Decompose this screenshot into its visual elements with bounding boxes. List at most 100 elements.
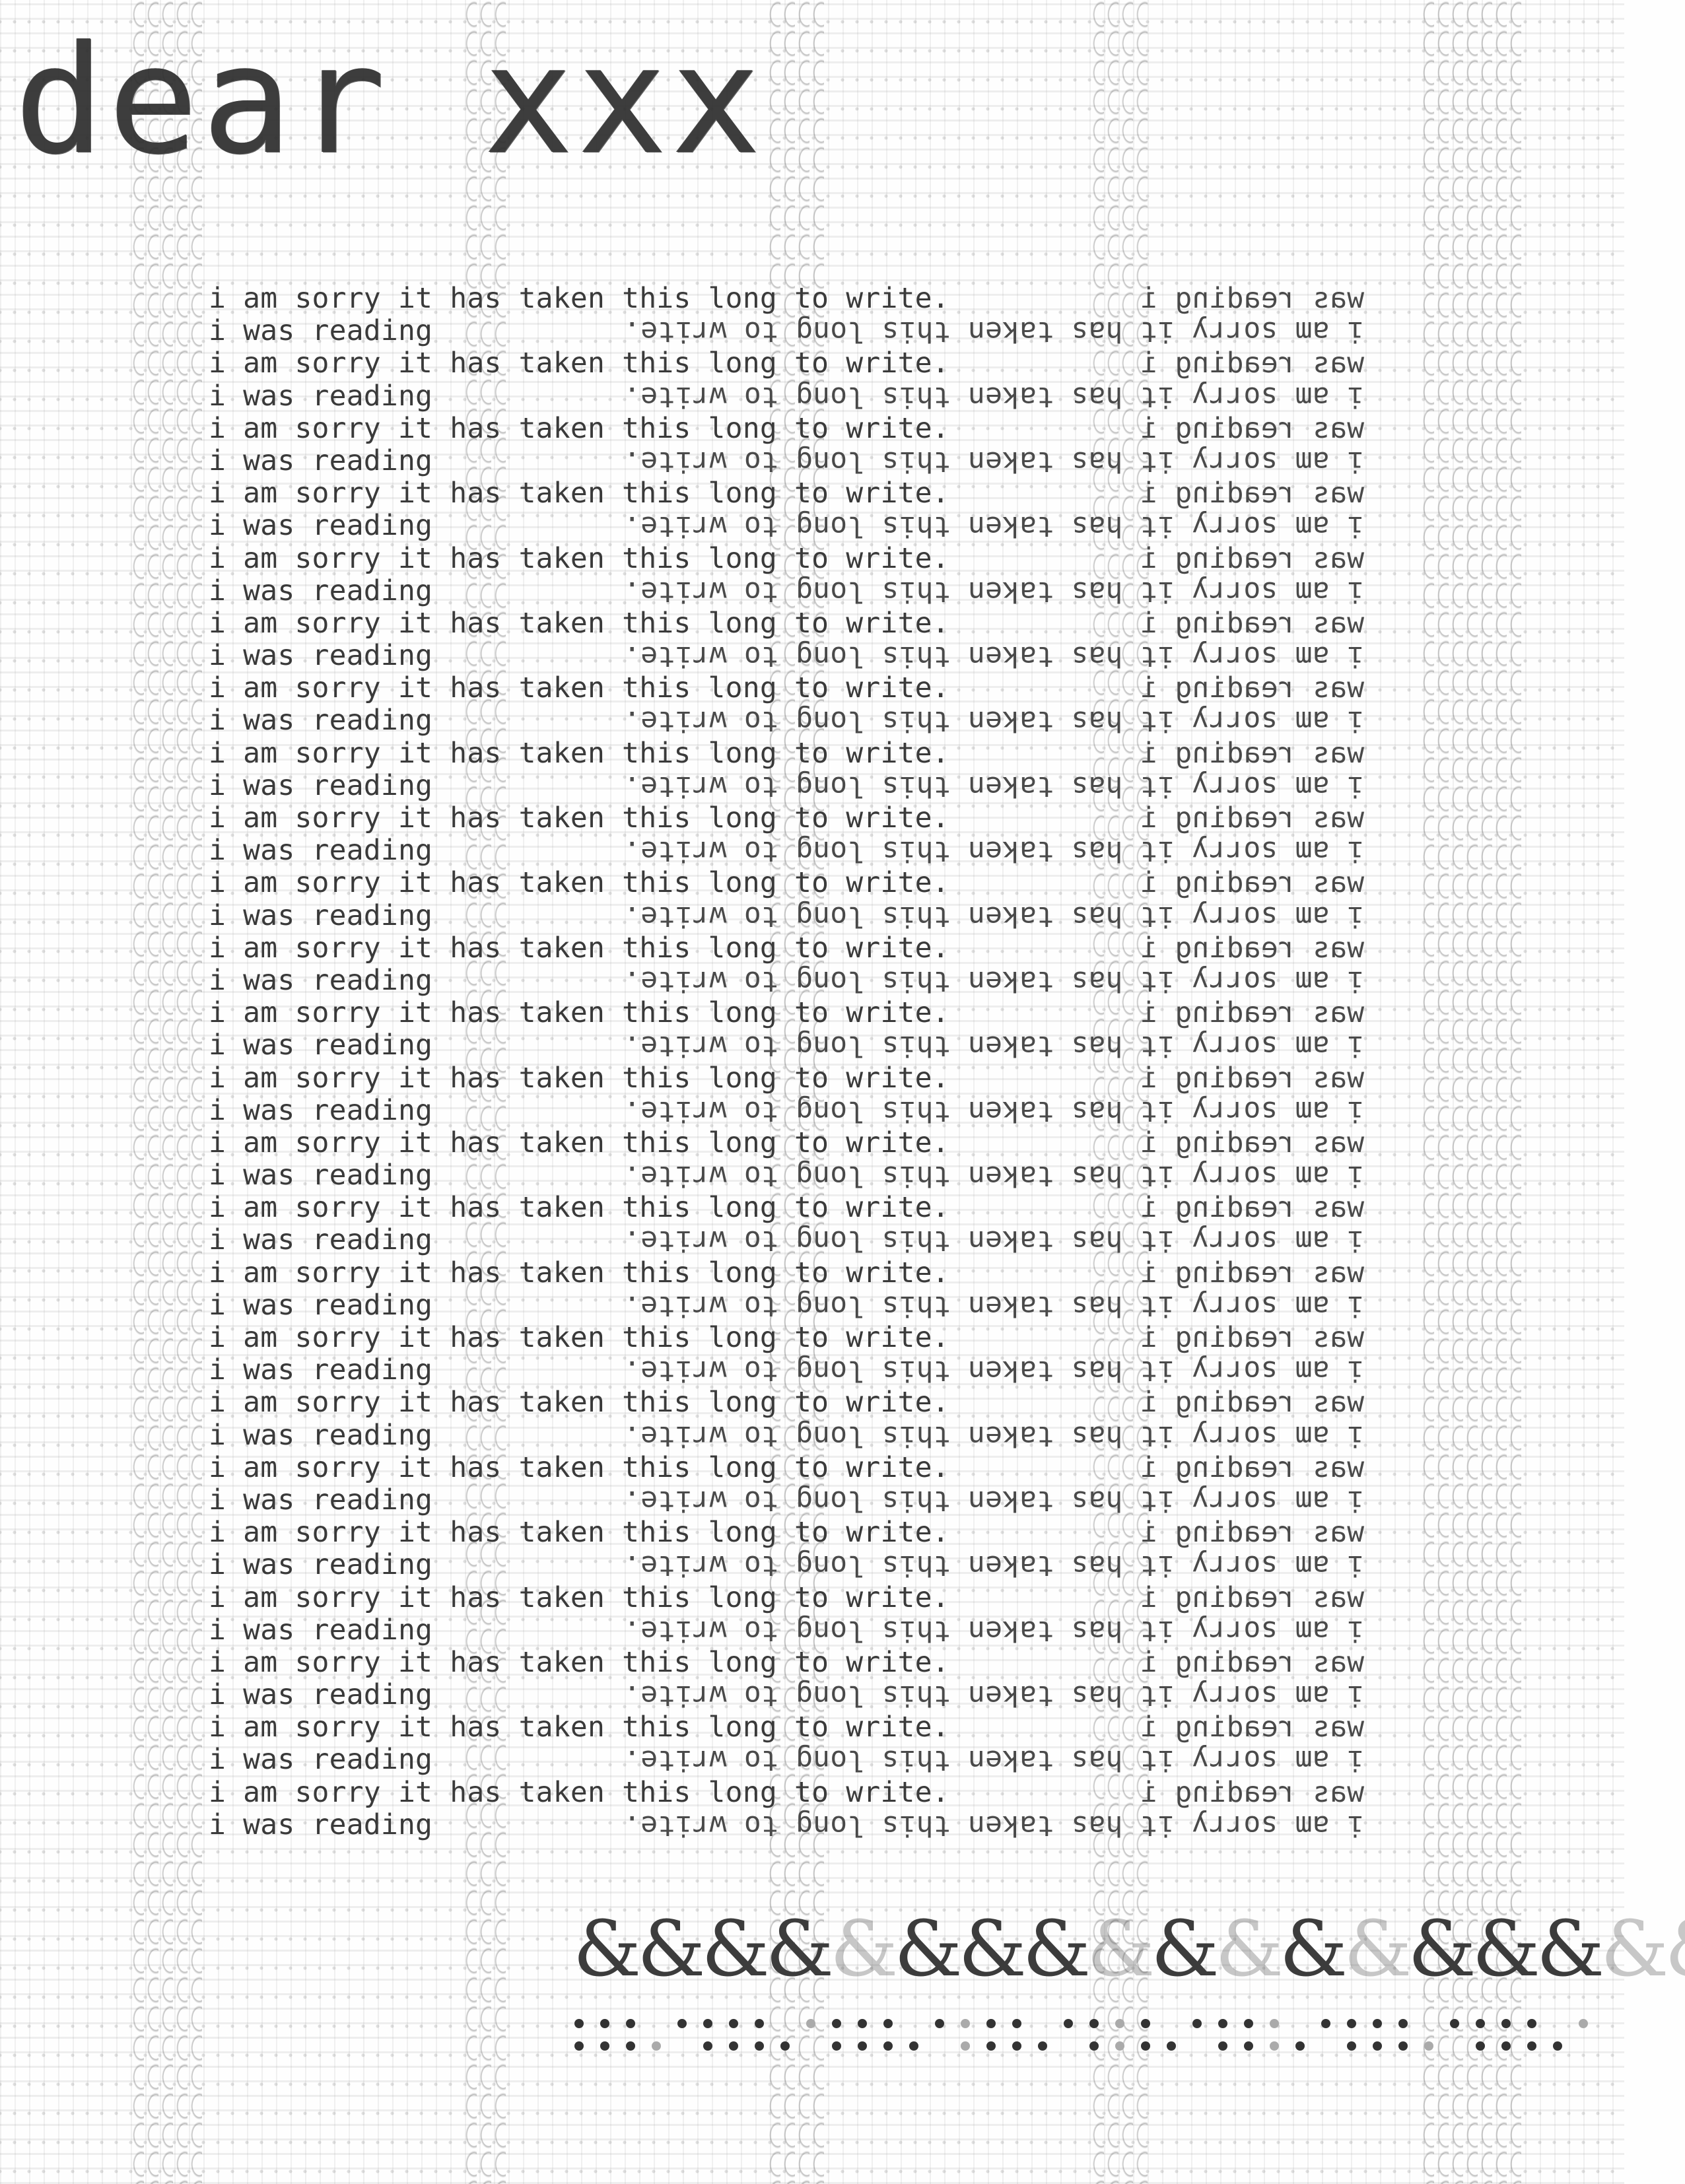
letter-row: i was reading i am sorry it has taken thi… [209, 1614, 1364, 1647]
letter-line-mirrored-b: i am sorry it has taken this long to wri… [623, 1549, 1364, 1583]
letter-line-forward: i am sorry it has taken this long to wri… [209, 866, 949, 900]
ampersand-glyph: & [1279, 1905, 1348, 1994]
dot-mark [626, 2041, 635, 2051]
letter-line-reading: i was reading [209, 1418, 433, 1452]
letter-line-mirrored-b: i am sorry it has taken this long to wri… [623, 1029, 1364, 1063]
dot-mark [1244, 2041, 1253, 2051]
dot-mark [1167, 2041, 1176, 2051]
letter-row: i am sorry it has taken this long to wri… [209, 1450, 1364, 1484]
letter-row: i was reading i am sorry it has taken thi… [209, 640, 1364, 673]
ampersand-glyph: & [894, 1905, 962, 1994]
ampersand-glyph: & [1151, 1905, 1219, 1994]
letter-row: i was reading i am sorry it has taken thi… [209, 574, 1364, 608]
letter-line-reading: i was reading [209, 1743, 433, 1777]
letter-line-mirrored: was reading i [1140, 996, 1364, 1030]
dot-mark [729, 2041, 738, 2051]
letter-line-reading: i was reading [209, 899, 433, 932]
letter-line-forward: i am sorry it has taken this long to wri… [209, 802, 949, 835]
ampersand-glyph: & [1215, 1905, 1284, 1994]
letter-line-reading: i was reading [209, 1613, 433, 1647]
letter-row: i was reading i am sorry it has taken thi… [209, 1679, 1364, 1713]
letter-row: i am sorry it has taken this long to wri… [209, 1711, 1364, 1744]
letter-row: i was reading i am sorry it has taken thi… [209, 964, 1364, 998]
letter-line-mirrored: was reading i [1140, 477, 1364, 510]
dot-mark [832, 2041, 841, 2051]
dot-mark [1476, 2019, 1485, 2028]
letter-line-mirrored: was reading i [1140, 1061, 1364, 1095]
letter-line-mirrored-b: i am sorry it has taken this long to wri… [623, 1224, 1364, 1258]
parenthesis-column [1492, 0, 1507, 2184]
dot-mark [1527, 2019, 1536, 2028]
ampersand-glyph: & [1472, 1905, 1540, 1994]
dot-mark [1295, 2041, 1305, 2051]
ampersand-glyph: & [1665, 1905, 1685, 1994]
letter-line-reading: i was reading [209, 1548, 433, 1582]
letter-row: i was reading i am sorry it has taken thi… [209, 444, 1364, 478]
letter-line-reading: i was reading [209, 1288, 433, 1322]
letter-row: i was reading i am sorry it has taken thi… [209, 380, 1364, 413]
letter-row: i am sorry it has taken this long to wri… [209, 282, 1364, 315]
letter-row: i am sorry it has taken this long to wri… [209, 477, 1364, 510]
letter-line-forward: i am sorry it has taken this long to wri… [209, 1191, 949, 1225]
dot-mark [1321, 2019, 1330, 2028]
letter-line-mirrored: was reading i [1140, 1386, 1364, 1419]
letter-line-mirrored-b: i am sorry it has taken this long to wri… [623, 640, 1364, 673]
letter-row: i am sorry it has taken this long to wri… [209, 866, 1364, 900]
letter-line-forward: i am sorry it has taken this long to wri… [209, 477, 949, 510]
dot-mark [574, 2041, 584, 2051]
letter-line-mirrored-b: i am sorry it has taken this long to wri… [623, 1808, 1364, 1842]
letter-line-reading: i was reading [209, 509, 433, 543]
letter-line-mirrored: was reading i [1140, 282, 1364, 315]
letter-line-mirrored-b: i am sorry it has taken this long to wri… [623, 899, 1364, 933]
dot-mark [1398, 2019, 1408, 2028]
dot-mark [1038, 2041, 1047, 2051]
letter-row: i am sorry it has taken this long to wri… [209, 607, 1364, 640]
dot-mark [806, 2019, 815, 2028]
dot-mark [1115, 2041, 1124, 2051]
letter-line-reading: i was reading [209, 1483, 433, 1517]
dot-mark [858, 2041, 867, 2051]
ampersand-glyph: & [701, 1905, 770, 1994]
letter-line-forward: i am sorry it has taken this long to wri… [209, 1516, 949, 1550]
letter-line-reading: i was reading [209, 1029, 433, 1062]
letter-row: i am sorry it has taken this long to wri… [209, 1256, 1364, 1289]
dot-mark [1476, 2041, 1485, 2051]
letter-line-mirrored: was reading i [1140, 1450, 1364, 1484]
letter-row: i am sorry it has taken this long to wri… [209, 932, 1364, 965]
parenthesis-column [158, 0, 173, 2184]
letter-line-mirrored-b: i am sorry it has taken this long to wri… [623, 1354, 1364, 1388]
dot-mark [1501, 2041, 1511, 2051]
letter-line-mirrored: was reading i [1140, 1126, 1364, 1159]
letter-line-mirrored: was reading i [1140, 1191, 1364, 1225]
letter-row: i am sorry it has taken this long to wri… [209, 1516, 1364, 1550]
letter-row: i am sorry it has taken this long to wri… [209, 1775, 1364, 1809]
letter-line-mirrored: was reading i [1140, 1645, 1364, 1679]
letter-line-mirrored-b: i am sorry it has taken this long to wri… [623, 1614, 1364, 1647]
letter-row: i was reading i am sorry it has taken thi… [209, 834, 1364, 868]
parenthesis-column [1434, 0, 1449, 2184]
letter-line-mirrored: was reading i [1140, 866, 1364, 900]
dot-mark [883, 2019, 893, 2028]
dot-mark [626, 2019, 635, 2028]
ampersand-glyph: & [637, 1905, 705, 1994]
letter-line-forward: i am sorry it has taken this long to wri… [209, 1775, 949, 1809]
parenthesis-column [188, 0, 202, 2184]
ampersand-glyph: & [830, 1905, 898, 1994]
dot-mark [1347, 2019, 1356, 2028]
letter-line-forward: i am sorry it has taken this long to wri… [209, 996, 949, 1030]
dot-mark [780, 2041, 790, 2051]
page-title: dear xxx [15, 14, 765, 188]
letter-line-forward: i am sorry it has taken this long to wri… [209, 1581, 949, 1614]
letter-row: i am sorry it has taken this long to wri… [209, 802, 1364, 835]
letter-row: i was reading i am sorry it has taken thi… [209, 704, 1364, 738]
letter-line-mirrored-b: i am sorry it has taken this long to wri… [623, 1289, 1364, 1322]
letter-row: i am sorry it has taken this long to wri… [209, 347, 1364, 380]
parenthesis-column [173, 0, 188, 2184]
letter-line-reading: i was reading [209, 834, 433, 868]
letter-line-forward: i am sorry it has taken this long to wri… [209, 1061, 949, 1095]
letter-line-forward: i am sorry it has taken this long to wri… [209, 347, 949, 380]
letter-line-mirrored: was reading i [1140, 541, 1364, 575]
ampersand-glyph: & [1408, 1905, 1476, 1994]
dot-mark [1218, 2041, 1227, 2051]
letter-line-reading: i was reading [209, 574, 433, 607]
